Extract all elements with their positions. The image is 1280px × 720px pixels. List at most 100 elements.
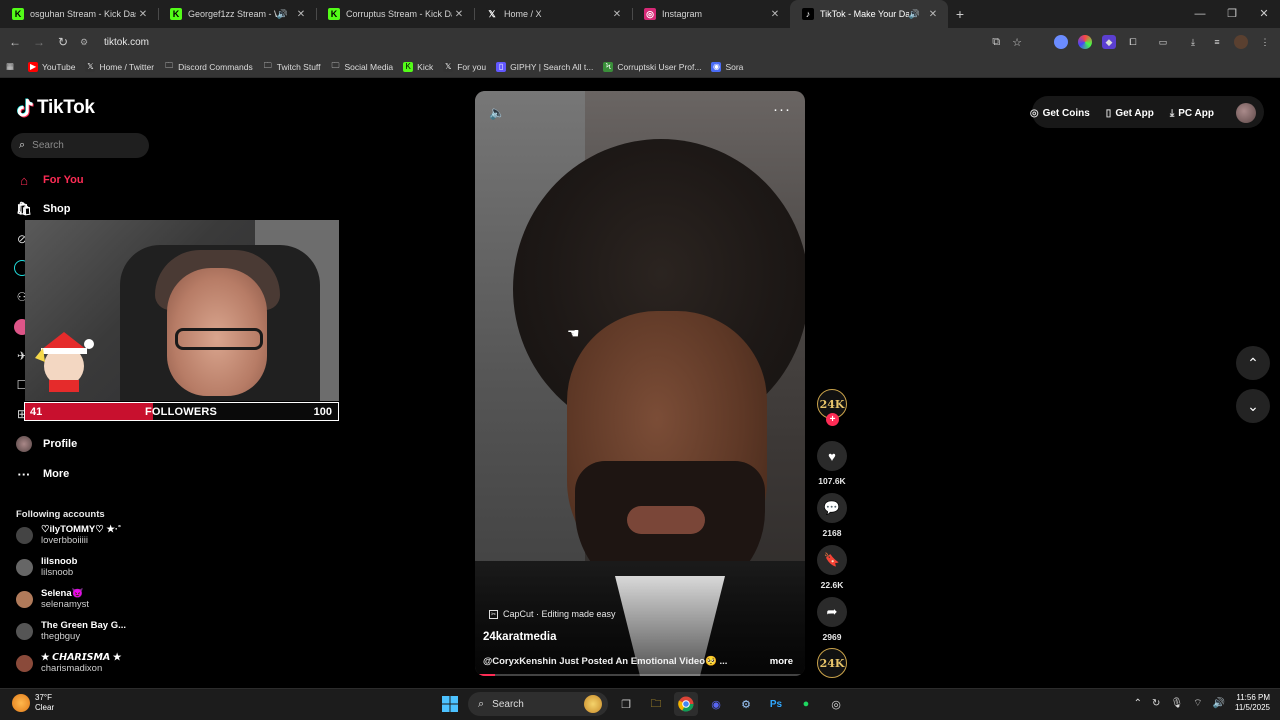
video-progress-fill (475, 674, 495, 676)
tab-audio-icon[interactable]: 🔊 (277, 9, 288, 20)
bookmark-icon: 🔖 (823, 552, 841, 567)
browser-tab[interactable]: ♪ TikTok - Make Your Day 🔊 ✕ (790, 0, 948, 28)
discord-icon[interactable]: ◉ (704, 692, 728, 716)
taskbar-search[interactable]: ⌕ Search (468, 692, 608, 716)
profile-avatar[interactable] (1234, 35, 1248, 49)
extension-icon[interactable] (1078, 35, 1092, 49)
menu-kebab-icon[interactable]: ⋮ (1258, 35, 1272, 49)
bookmark-star-icon[interactable]: ☆ (1012, 36, 1022, 49)
nav-for-you[interactable]: ⌂ For You (16, 172, 83, 188)
steam-icon[interactable]: ⚙ (734, 692, 758, 716)
back-icon[interactable]: ← (3, 35, 27, 49)
tiktok-icon: ♪ (802, 8, 814, 20)
apps-grid-icon[interactable]: ▦ (6, 61, 14, 72)
following-account[interactable]: ★ 𝘾𝙃𝘼𝙍𝙄𝙎𝙈𝘼 ★ charismadixon (16, 652, 121, 674)
profile-avatar-icon (16, 436, 32, 452)
save-button[interactable]: 🔖 (817, 545, 847, 575)
bookmark-item[interactable]: ◉ Sora (711, 61, 743, 72)
browser-tab-bar: Kosguhan Stream - Kick Dashbo✕KGeorgef1z… (0, 0, 1280, 28)
media-control-icon[interactable]: ≡ (1210, 35, 1224, 49)
search-input[interactable]: ⌕ Search (11, 133, 149, 158)
restore-icon[interactable]: ❐ (1216, 0, 1248, 28)
bookmark-item[interactable]: 🗀 Discord Commands (164, 61, 253, 72)
tray-app-icon[interactable]: ↻ (1152, 698, 1160, 709)
tab-close-icon[interactable]: ✕ (926, 9, 940, 20)
nav-more[interactable]: ··· More (16, 466, 70, 482)
side-panel-icon[interactable]: ▭ (1156, 35, 1170, 49)
user-avatar[interactable] (1236, 103, 1256, 123)
microphone-icon[interactable]: 🎙 (1170, 698, 1183, 709)
previous-video-button[interactable]: ⌃ (1236, 346, 1270, 380)
tray-overflow-icon[interactable]: ⌃ (1134, 698, 1142, 709)
capcut-tag[interactable]: ✂ CapCut · Editing made easy (489, 609, 616, 619)
follow-plus-button[interactable]: + (826, 413, 839, 426)
minimize-icon[interactable]: — (1184, 0, 1216, 28)
browser-tab[interactable]: K Georgef1zz Stream - Watch🔊 ✕ (158, 0, 316, 28)
video-more-link[interactable]: more (770, 656, 793, 667)
bookmark-item[interactable]: Ϟ Corruptski User Prof... (603, 61, 701, 72)
tab-close-icon[interactable]: ✕ (452, 9, 466, 20)
nav-profile[interactable]: Profile (16, 436, 77, 452)
bookmark-item[interactable]: 🗀 Twitch Stuff (263, 61, 321, 72)
bookmark-item[interactable]: 🗀 Social Media (331, 61, 394, 72)
kick-icon: K (403, 61, 414, 72)
browser-tab[interactable]: ◎ Instagram ✕ (632, 0, 790, 28)
video-progress-bar[interactable] (475, 674, 805, 676)
following-account[interactable]: ♡ilyTOMMY♡ ★·˚ loverbboiiiii (16, 524, 121, 546)
share-button[interactable]: ➦ (817, 597, 847, 627)
video-author[interactable]: 24karatmedia (483, 631, 557, 643)
file-explorer-icon[interactable]: 🗀 (644, 692, 668, 716)
video-player[interactable]: 🔈 ··· ✂ CapCut · Editing made easy 24kar… (475, 91, 805, 676)
get-coins-button[interactable]: ◎ Get Coins (1024, 100, 1096, 126)
bookmark-item[interactable]: 𝕏 Home / Twitter (85, 61, 154, 72)
address-bar[interactable]: ⚙ tiktok.com ⧉ ☆ (80, 30, 1030, 54)
pc-app-button[interactable]: ⤓ PC App (1164, 100, 1220, 126)
tab-close-icon[interactable]: ✕ (768, 9, 782, 20)
tab-close-icon[interactable]: ✕ (136, 9, 150, 20)
bookmark-item[interactable]: ▯ GIPHY | Search All t... (496, 61, 593, 72)
task-view-icon[interactable]: ❐ (614, 692, 638, 716)
forward-icon[interactable]: → (27, 35, 51, 49)
wifi-icon[interactable]: ⌔ (1193, 697, 1202, 710)
download-icon[interactable]: ⤓ (1186, 35, 1200, 49)
photoshop-icon[interactable]: Ps (764, 692, 788, 716)
tab-close-icon[interactable]: ✕ (610, 9, 624, 20)
close-window-icon[interactable]: ✕ (1248, 0, 1280, 28)
bookmark-item[interactable]: ▶ YouTube (28, 61, 75, 72)
video-options-icon[interactable]: ··· (773, 101, 791, 118)
get-app-button[interactable]: ▯ Get App (1100, 100, 1160, 126)
browser-tab[interactable]: K Corruptus Stream - Kick Dashb✕ (316, 0, 474, 28)
next-video-button[interactable]: ⌄ (1236, 389, 1270, 423)
chrome-icon[interactable] (674, 692, 698, 716)
obs-icon[interactable]: ◎ (824, 692, 848, 716)
bookmark-item[interactable]: K Kick (403, 61, 433, 72)
spotify-icon[interactable]: ● (794, 692, 818, 716)
following-account[interactable]: lilsnoob lilsnoob (16, 556, 77, 578)
extension-icon[interactable] (1054, 35, 1068, 49)
following-account[interactable]: The Green Bay G... thegbguy (16, 620, 126, 642)
weather-widget[interactable]: 37°F Clear (12, 693, 54, 713)
following-account[interactable]: Selena😈 selenamyst (16, 588, 89, 610)
tiktok-logo[interactable]: TikTok (16, 97, 95, 119)
extension-icon[interactable]: ◆ (1102, 35, 1116, 49)
volume-icon[interactable]: 🔈 (489, 105, 505, 121)
extensions-puzzle-icon[interactable]: ⧠ (1126, 35, 1140, 49)
volume-icon[interactable]: 🔊 (1213, 698, 1225, 709)
browser-tab[interactable]: Kosguhan Stream - Kick Dashbo✕ (0, 0, 158, 28)
x-icon: 𝕏 (85, 61, 96, 72)
like-button[interactable]: ♥ (817, 441, 847, 471)
site-info-icon[interactable]: ⚙ (80, 37, 96, 48)
new-tab-button[interactable]: + (948, 6, 972, 22)
clock[interactable]: 11:56 PM 11/5/2025 (1235, 693, 1270, 713)
windows-start-icon[interactable] (438, 692, 462, 716)
browser-tab[interactable]: 𝕏 Home / X ✕ (474, 0, 632, 28)
bookmark-item[interactable]: 𝕏 For you (443, 61, 486, 72)
nav-shop[interactable]: 🛍 Shop (16, 201, 71, 217)
reload-icon[interactable]: ↻ (51, 35, 75, 49)
comment-button[interactable]: 💬 (817, 493, 847, 523)
sound-disc[interactable]: 24K (817, 648, 847, 678)
tab-close-icon[interactable]: ✕ (294, 9, 308, 20)
tab-audio-icon[interactable]: 🔊 (909, 9, 920, 20)
account-name: lilsnoob (41, 556, 78, 567)
install-app-icon[interactable]: ⧉ (992, 36, 1000, 49)
